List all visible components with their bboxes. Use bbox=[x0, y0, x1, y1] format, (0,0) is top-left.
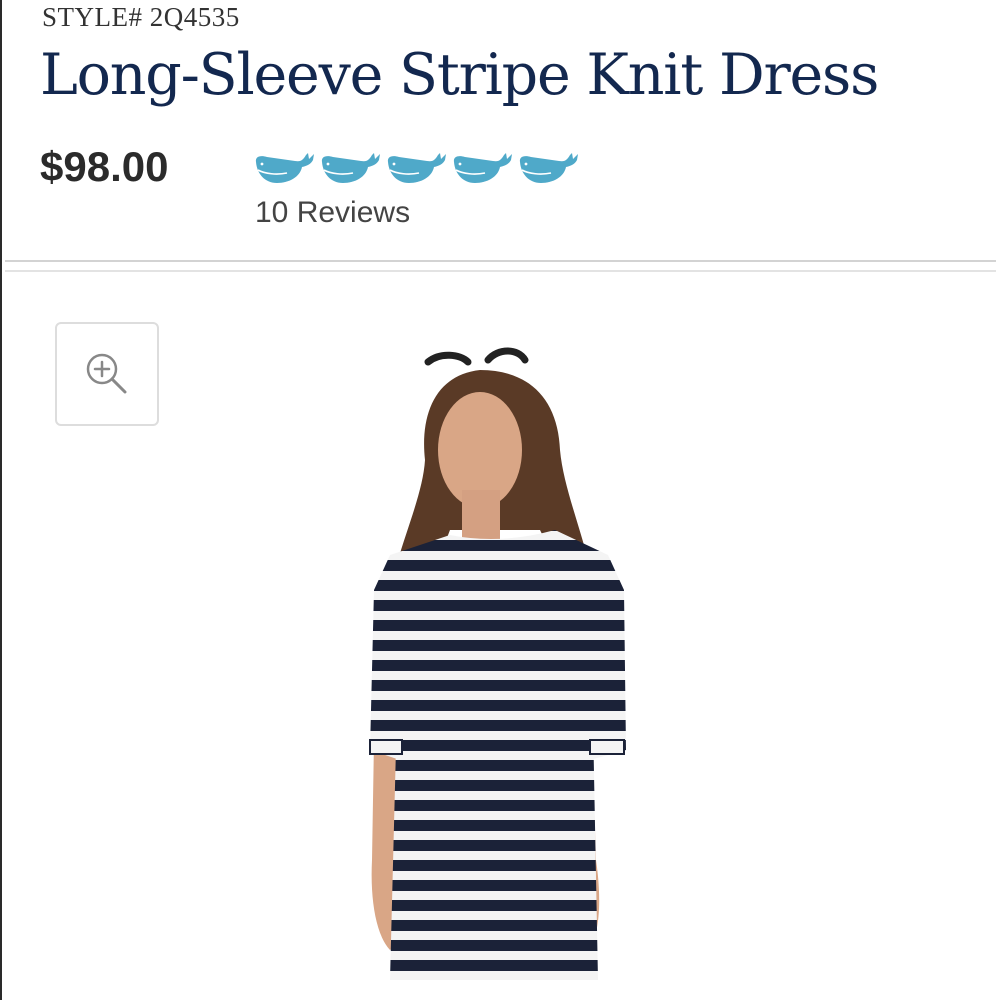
whale-icon bbox=[387, 152, 447, 184]
whale-icon bbox=[321, 152, 381, 184]
whale-icon bbox=[453, 152, 513, 184]
whale-icon bbox=[519, 152, 579, 184]
sunglasses bbox=[424, 347, 529, 366]
style-number: STYLE# 2Q4535 bbox=[42, 2, 240, 32]
whale-icon bbox=[255, 152, 315, 184]
left-edge bbox=[0, 0, 2, 1000]
product-photo[interactable] bbox=[340, 340, 660, 1000]
rating-stars[interactable] bbox=[253, 152, 579, 186]
product-price: $98.00 bbox=[40, 143, 169, 190]
product-title: Long-Sleeve Stripe Knit Dress bbox=[40, 42, 879, 108]
zoom-in-icon bbox=[86, 353, 127, 394]
divider bbox=[5, 270, 996, 272]
reviews-link[interactable]: 10 Reviews bbox=[255, 196, 410, 230]
neck bbox=[462, 490, 500, 540]
divider bbox=[5, 260, 996, 262]
zoom-button[interactable] bbox=[55, 322, 159, 426]
